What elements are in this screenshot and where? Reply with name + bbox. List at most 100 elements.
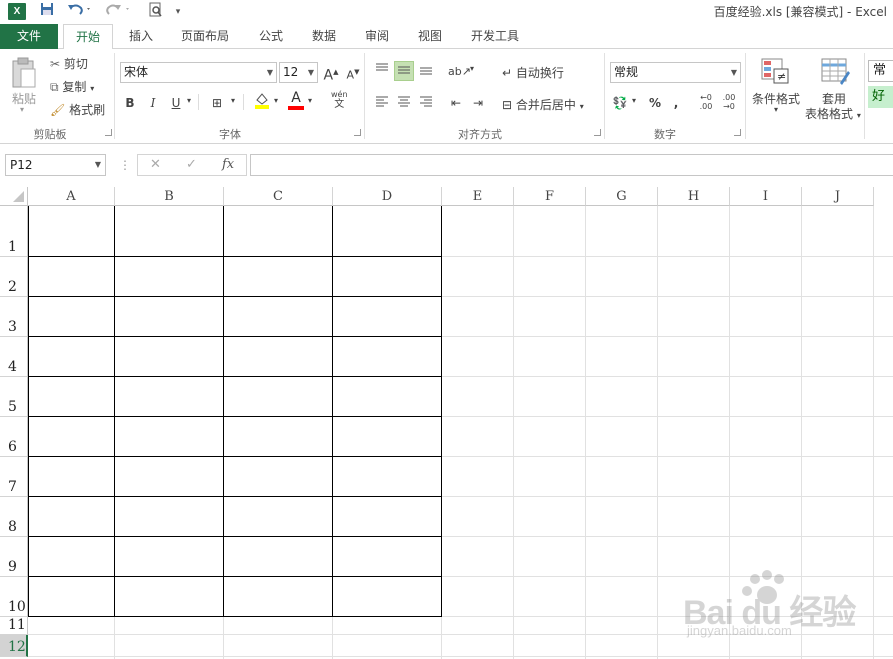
align-middle-button[interactable] bbox=[394, 61, 414, 81]
column-header-d[interactable]: D bbox=[333, 187, 442, 206]
number-format-combo[interactable]: 常规 ▼ bbox=[610, 62, 741, 83]
tab-home[interactable]: 开始 bbox=[63, 24, 113, 50]
percent-button[interactable]: % bbox=[645, 93, 665, 113]
row-header-11[interactable]: 11 bbox=[0, 617, 28, 635]
accounting-dropdown-icon[interactable]: ▾ bbox=[632, 96, 636, 105]
cancel-icon[interactable]: ✕ bbox=[150, 157, 161, 172]
fill-color-button[interactable] bbox=[252, 91, 272, 111]
underline-button[interactable]: U bbox=[166, 93, 186, 113]
phonetic-guide-button[interactable]: wén 文 bbox=[331, 90, 348, 110]
enter-icon[interactable]: ✓ bbox=[186, 157, 197, 172]
customize-qat-icon[interactable]: ▾ bbox=[172, 2, 184, 22]
print-preview-icon[interactable] bbox=[146, 2, 166, 22]
name-box[interactable]: P12 ▼ bbox=[5, 154, 106, 176]
tab-developer[interactable]: 开发工具 bbox=[463, 24, 527, 49]
merge-center-button[interactable]: ⊟ 合并后居中 ▾ bbox=[502, 96, 584, 113]
borders-dropdown-icon[interactable]: ▾ bbox=[231, 96, 235, 105]
tab-review[interactable]: 审阅 bbox=[356, 24, 398, 49]
orientation-button[interactable]: ab↗ bbox=[448, 61, 471, 81]
align-top-button[interactable] bbox=[372, 61, 392, 81]
align-right-button[interactable] bbox=[416, 93, 436, 113]
grow-font-button[interactable]: A▲ bbox=[321, 62, 341, 84]
row-header-3[interactable]: 3 bbox=[0, 297, 28, 337]
underline-dropdown-icon[interactable]: ▾ bbox=[187, 96, 191, 105]
tab-file[interactable]: 文件 bbox=[0, 24, 58, 49]
tab-page-layout[interactable]: 页面布局 bbox=[172, 24, 238, 49]
font-color-dropdown-icon[interactable]: ▾ bbox=[308, 96, 312, 105]
row-header-6[interactable]: 6 bbox=[0, 417, 28, 457]
cell-border bbox=[28, 336, 442, 337]
column-header-f[interactable]: F bbox=[514, 187, 586, 206]
row-header-8[interactable]: 8 bbox=[0, 497, 28, 537]
borders-button[interactable]: ⊞ bbox=[207, 93, 227, 113]
cell-border bbox=[223, 206, 224, 617]
font-group-label: 字体 bbox=[219, 128, 241, 141]
divider bbox=[198, 94, 199, 110]
cut-button[interactable]: ✂ 剪切 bbox=[50, 55, 88, 72]
font-color-button[interactable]: A bbox=[286, 90, 306, 111]
comma-style-button[interactable]: , bbox=[666, 93, 686, 113]
fill-color-dropdown-icon[interactable]: ▾ bbox=[274, 96, 278, 105]
align-center-button[interactable] bbox=[394, 93, 414, 113]
column-header-j[interactable]: J bbox=[802, 187, 874, 206]
row-header-7[interactable]: 7 bbox=[0, 457, 28, 497]
italic-button[interactable]: I bbox=[143, 93, 163, 113]
group-divider bbox=[604, 53, 605, 139]
format-painter-button[interactable]: 🖌 格式刷 bbox=[50, 101, 105, 118]
orientation-dropdown-icon[interactable]: ▾ bbox=[470, 64, 474, 73]
column-header-e[interactable]: E bbox=[442, 187, 514, 206]
bold-button[interactable]: B bbox=[120, 93, 140, 113]
column-header-b[interactable]: B bbox=[115, 187, 224, 206]
paste-icon[interactable] bbox=[10, 57, 38, 94]
select-all-corner[interactable] bbox=[0, 187, 28, 206]
increase-decimal-button[interactable]: ←0.00 bbox=[696, 93, 716, 113]
tab-insert[interactable]: 插入 bbox=[118, 24, 164, 49]
formula-bar-handle-icon[interactable]: ⋮ bbox=[119, 158, 131, 172]
row-header-4[interactable]: 4 bbox=[0, 337, 28, 377]
row-header-1[interactable]: 1 bbox=[0, 206, 28, 257]
conditional-format-dropdown-icon[interactable]: ▾ bbox=[774, 105, 778, 114]
group-divider bbox=[364, 53, 365, 139]
wrap-text-button[interactable]: ↵ 自动换行 bbox=[502, 64, 564, 81]
wrap-text-icon: ↵ bbox=[502, 66, 513, 80]
row-header-12[interactable]: 12 bbox=[0, 635, 28, 657]
column-header-i[interactable]: I bbox=[730, 187, 802, 206]
accounting-format-button[interactable]: 💱 bbox=[610, 93, 630, 113]
decrease-decimal-button[interactable]: .00 →0 bbox=[719, 93, 739, 113]
align-bottom-button[interactable] bbox=[416, 61, 436, 81]
column-header-a[interactable]: A bbox=[28, 187, 115, 206]
tab-formulas[interactable]: 公式 bbox=[250, 24, 292, 49]
format-as-table-icon[interactable] bbox=[820, 57, 850, 88]
shrink-font-button[interactable]: A▼ bbox=[343, 62, 363, 82]
save-icon[interactable] bbox=[38, 2, 56, 22]
undo-icon[interactable] bbox=[66, 2, 94, 22]
insert-function-icon[interactable]: fx bbox=[222, 157, 234, 172]
conditional-format-icon[interactable]: ≠ bbox=[760, 57, 790, 88]
redo-icon[interactable] bbox=[105, 2, 133, 22]
row-header-5[interactable]: 5 bbox=[0, 377, 28, 417]
clipboard-launcher-icon[interactable] bbox=[105, 129, 112, 136]
align-bottom-icon bbox=[420, 67, 432, 75]
increase-indent-button[interactable]: ⇥ bbox=[468, 93, 488, 113]
column-header-c[interactable]: C bbox=[224, 187, 333, 206]
tab-data[interactable]: 数据 bbox=[303, 24, 345, 49]
format-as-table-button[interactable]: 表格格式 ▾ bbox=[805, 105, 861, 122]
formula-input[interactable] bbox=[250, 154, 893, 176]
font-launcher-icon[interactable] bbox=[354, 129, 361, 136]
row-header-9[interactable]: 9 bbox=[0, 537, 28, 577]
row-header-2[interactable]: 2 bbox=[0, 257, 28, 297]
number-launcher-icon[interactable] bbox=[734, 129, 741, 136]
column-header-h[interactable]: H bbox=[658, 187, 730, 206]
font-name-combo[interactable]: 宋体 ▼ bbox=[120, 62, 277, 83]
paste-dropdown-icon[interactable]: ▾ bbox=[20, 105, 24, 114]
cell-style-normal[interactable]: 常 bbox=[868, 60, 893, 82]
cell-style-good[interactable]: 好 bbox=[868, 86, 893, 108]
tab-view[interactable]: 视图 bbox=[409, 24, 451, 49]
font-size-combo[interactable]: 12 ▼ bbox=[279, 62, 318, 83]
align-left-button[interactable] bbox=[372, 93, 392, 113]
decrease-indent-button[interactable]: ⇤ bbox=[446, 93, 466, 113]
column-header-g[interactable]: G bbox=[586, 187, 658, 206]
alignment-launcher-icon[interactable] bbox=[594, 129, 601, 136]
copy-button[interactable]: ⧉ 复制 ▾ bbox=[50, 78, 94, 95]
row-header-10[interactable]: 10 bbox=[0, 577, 28, 617]
